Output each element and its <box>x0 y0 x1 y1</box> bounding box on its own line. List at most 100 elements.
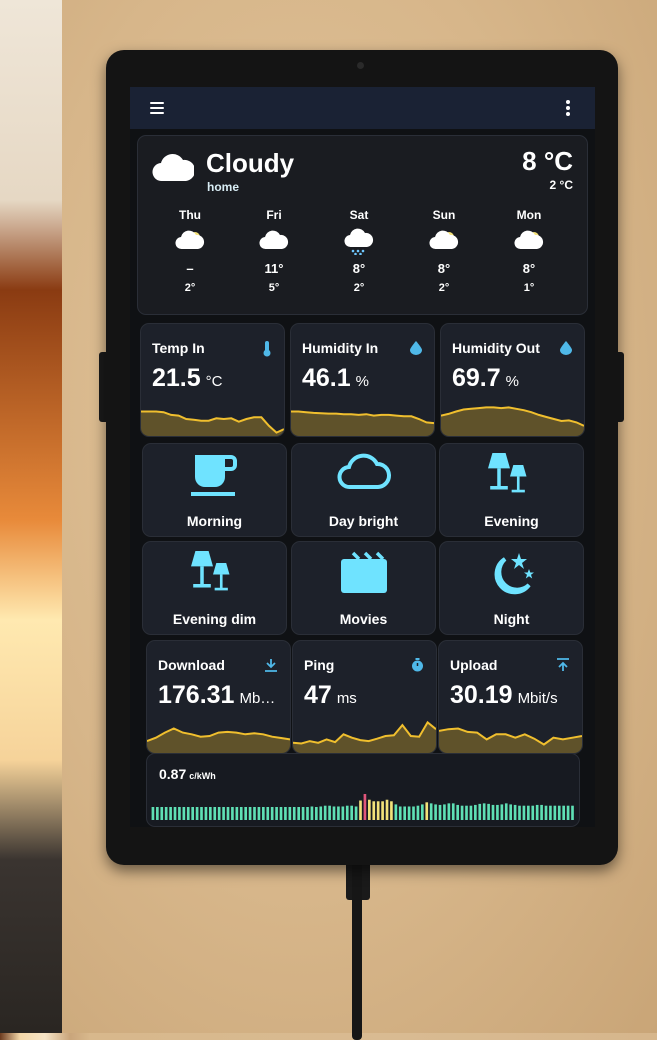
price-value: 0.87 c/kWh <box>159 766 216 782</box>
download-icon <box>264 658 278 677</box>
price-bar <box>398 806 402 820</box>
price-bar <box>244 807 247 820</box>
price-bar <box>478 803 482 820</box>
scene-label: Day bright <box>328 513 399 529</box>
sensor-card-ping[interactable]: Ping 47 ms <box>292 640 437 754</box>
floor-lamps-dim-icon <box>143 551 286 599</box>
price-bar <box>522 805 526 820</box>
price-bar <box>372 801 376 820</box>
sensor-unit: % <box>505 373 520 390</box>
forecast-low: 2° <box>353 282 365 294</box>
scene-label: Evening <box>484 513 539 529</box>
price-bar <box>204 807 208 820</box>
forecast-high: 8° <box>522 261 536 276</box>
sensor-unit: % <box>355 373 370 390</box>
forecast-day-label: Thu <box>179 208 201 222</box>
scene-button-night[interactable]: Night <box>439 541 584 635</box>
sensor-card-download[interactable]: Download 176.31 Mb… <box>146 640 291 754</box>
price-bar <box>186 807 190 820</box>
price-bar <box>544 805 548 820</box>
price-bar <box>226 807 230 820</box>
price-bar <box>160 807 164 820</box>
price-bar <box>209 807 212 820</box>
sensor-number: 176.31 <box>158 681 235 709</box>
scene-button-evening[interactable]: Evening <box>439 443 584 537</box>
sensor-card-humidity-in[interactable]: Humidity In 46.1% <box>290 323 435 437</box>
scene-button-evening-dim[interactable]: Evening dim <box>142 541 287 635</box>
dashboard-screen: Cloudy home 8 °C 2 °C Thu – 2° Fri 11° 5°… <box>130 87 595 827</box>
price-bar <box>332 806 336 820</box>
sensor-unit: Mbit/s <box>517 690 558 707</box>
price-bar <box>284 807 287 820</box>
price-bar <box>553 805 557 820</box>
price-bar <box>182 807 186 820</box>
electricity-price-card[interactable]: 0.87 c/kWh <box>146 753 580 827</box>
partly-cloudy-icon <box>160 226 220 256</box>
forecast-day-label: Fri <box>266 208 282 222</box>
forecast-high: 8° <box>437 261 451 276</box>
sensor-card-humidity-out[interactable]: Humidity Out 69.7% <box>440 323 585 437</box>
price-bar <box>292 807 296 820</box>
moon-stars-icon <box>440 551 583 599</box>
sensor-card-upload[interactable]: Upload 30.19 Mbit/s <box>438 640 583 754</box>
partly-cloudy-icon <box>414 226 474 256</box>
history-sparkline <box>141 410 284 436</box>
partly-cloudy-icon <box>499 226 559 256</box>
price-bar <box>217 807 221 820</box>
price-bar <box>385 799 389 820</box>
price-bar <box>270 807 274 820</box>
scene-label: Night <box>493 611 530 627</box>
price-bar <box>416 805 420 820</box>
price-bar <box>213 807 217 820</box>
price-bar <box>315 807 318 820</box>
price-bar <box>474 804 477 820</box>
price-bar-chart <box>151 794 574 820</box>
price-bar <box>345 805 349 820</box>
cloud-icon <box>152 151 196 188</box>
price-bar <box>376 801 380 820</box>
sensor-value: 30.19 Mbit/s <box>450 681 558 710</box>
price-bar <box>359 800 362 820</box>
sensor-card-temp-in[interactable]: Temp In 21.5 °C <box>140 323 285 437</box>
forecast-day: Thu – 2° <box>160 208 220 294</box>
price-bar <box>491 804 495 820</box>
sensor-name: Upload <box>450 657 498 673</box>
sensor-value: 46.1% <box>302 364 369 393</box>
thermometer-icon <box>262 341 272 362</box>
scene-button-day-bright[interactable]: Day bright <box>291 443 436 537</box>
price-bar <box>363 794 367 820</box>
history-sparkline <box>147 727 290 753</box>
scene-button-morning[interactable]: Morning <box>142 443 287 537</box>
price-bar <box>527 805 530 820</box>
price-bar <box>328 805 331 820</box>
forecast-day: Sat 8° 2° <box>329 208 389 294</box>
forecast-day-label: Sun <box>432 208 456 222</box>
forecast-day: Sun 8° 2° <box>414 208 474 294</box>
price-bar <box>257 807 261 820</box>
price-bar <box>509 804 512 820</box>
sensor-number: 30.19 <box>450 681 513 709</box>
scene-label: Movies <box>339 611 388 627</box>
sensor-unit: ms <box>336 690 357 707</box>
price-bar <box>460 805 464 820</box>
price-bar <box>407 806 411 820</box>
price-bar <box>456 804 459 820</box>
more-vertical-icon[interactable] <box>566 100 570 116</box>
price-bar <box>169 807 172 820</box>
weather-card[interactable]: Cloudy home 8 °C 2 °C Thu – 2° Fri 11° 5°… <box>137 135 588 315</box>
forecast-day-label: Sat <box>349 208 369 222</box>
forecast-day-label: Mon <box>516 208 542 222</box>
price-bar <box>319 806 323 820</box>
price-bar <box>164 807 168 820</box>
movie-clapper-icon <box>292 551 435 595</box>
scene-label: Evening dim <box>172 611 257 627</box>
price-bar <box>173 807 177 820</box>
price-bar <box>566 805 570 820</box>
price-bar <box>178 807 181 820</box>
hamburger-menu-icon[interactable] <box>150 102 164 114</box>
cloudy-icon <box>244 226 304 256</box>
forecast-low: 5° <box>268 282 280 294</box>
price-bar <box>222 807 225 820</box>
scene-button-movies[interactable]: Movies <box>291 541 436 635</box>
history-sparkline <box>293 720 436 753</box>
